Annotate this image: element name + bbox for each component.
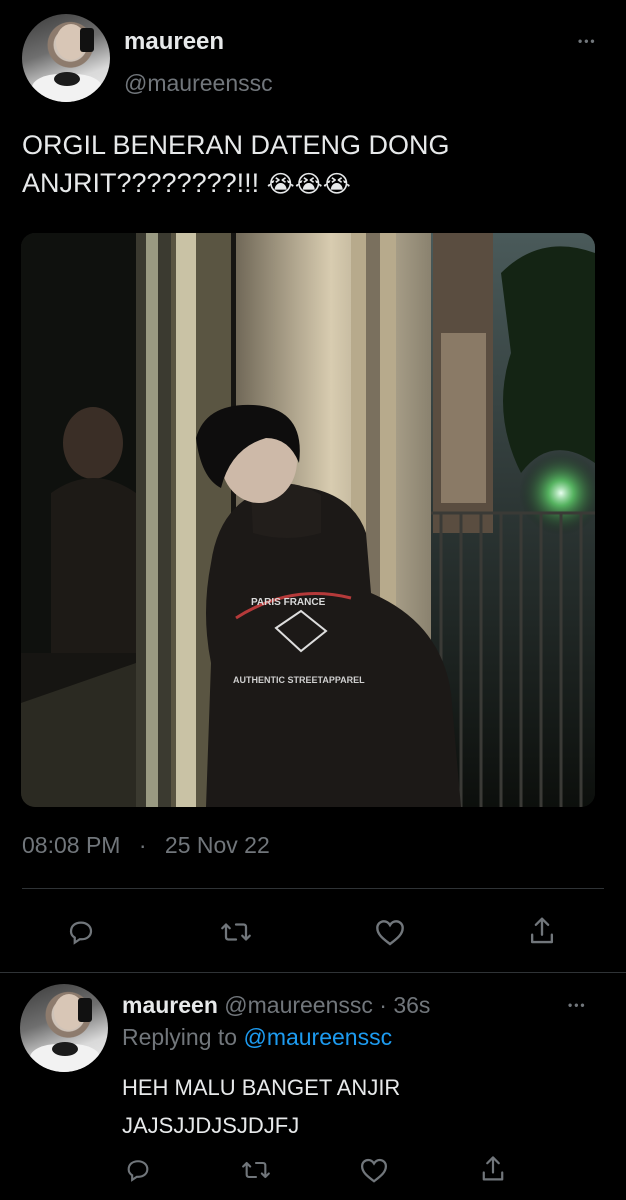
reply-avatar[interactable] [20, 984, 108, 1072]
divider [22, 888, 604, 889]
share-icon [482, 1156, 504, 1181]
author-name[interactable]: maureen [124, 28, 224, 56]
divider [0, 972, 626, 973]
reply-text-line-2: JAJSJJDJSJDJFJ [122, 1113, 300, 1138]
svg-text:PARIS FRANCE: PARIS FRANCE [251, 597, 326, 608]
tweet-text-line-1: ORGIL BENERAN DATENG DONG [22, 130, 450, 160]
reply-author-handle[interactable]: @maureenssc [224, 992, 373, 1018]
photo-image: PARIS FRANCE AUTHENTIC STREETAPPAREL [21, 233, 595, 807]
tweet-time: 08:08 PM [22, 832, 121, 858]
retweet-button[interactable] [219, 917, 253, 947]
tweet-text-line-2-text: ANJRIT????????!!! [22, 168, 260, 198]
timestamp-separator: · [138, 832, 147, 858]
crying-emoji: 😭 [322, 171, 351, 198]
tweet-timestamp[interactable]: 08:08 PM · 25 Nov 22 [22, 832, 270, 859]
replying-to-handle[interactable]: @maureenssc [243, 1024, 392, 1050]
author-handle[interactable]: @maureenssc [124, 70, 273, 97]
reply-text: HEH MALU BANGET ANJIR JAJSJJDJSJDJFJ [122, 1069, 400, 1145]
tweet-text-line-2: ANJRIT????????!!! 😭😭😭 [22, 164, 450, 204]
reply-more-options-button[interactable]: ••• [568, 998, 587, 1012]
crying-emoji: 😭 [294, 171, 323, 198]
reply-button[interactable] [66, 917, 96, 947]
reply-author-name[interactable]: maureen [122, 992, 218, 1018]
tweet-date: 25 Nov 22 [164, 832, 270, 858]
reply-share-button[interactable] [479, 1154, 507, 1184]
retweet-icon [221, 923, 251, 941]
replying-to-label: Replying to [122, 1024, 238, 1050]
replying-to: Replying to @maureenssc [122, 1024, 392, 1051]
crying-emoji: 😭 [266, 171, 295, 198]
reply-age[interactable]: 36s [393, 992, 430, 1018]
like-button[interactable] [374, 917, 406, 947]
reply-dot: · [379, 992, 387, 1018]
reply-icon [127, 1160, 149, 1182]
tweet-photo[interactable]: PARIS FRANCE AUTHENTIC STREETAPPAREL [21, 233, 595, 807]
more-options-button[interactable]: ••• [578, 34, 597, 48]
share-icon [530, 917, 554, 944]
tweet-text: ORGIL BENERAN DATENG DONG ANJRIT????????… [22, 126, 450, 204]
svg-text:AUTHENTIC STREETAPPAREL: AUTHENTIC STREETAPPAREL [233, 675, 365, 685]
reply-header: maureen @maureenssc · 36s [122, 992, 430, 1019]
retweet-icon [242, 1161, 270, 1179]
reply-text-line-1: HEH MALU BANGET ANJIR [122, 1075, 401, 1100]
heart-icon [376, 920, 404, 946]
reply-retweet-button[interactable] [240, 1156, 272, 1184]
heart-icon [360, 1158, 388, 1183]
share-button[interactable] [527, 915, 557, 947]
reply-like-button[interactable] [359, 1156, 389, 1184]
reply-reply-button[interactable] [124, 1156, 152, 1184]
avatar[interactable] [22, 14, 110, 102]
reply-icon [69, 921, 93, 945]
